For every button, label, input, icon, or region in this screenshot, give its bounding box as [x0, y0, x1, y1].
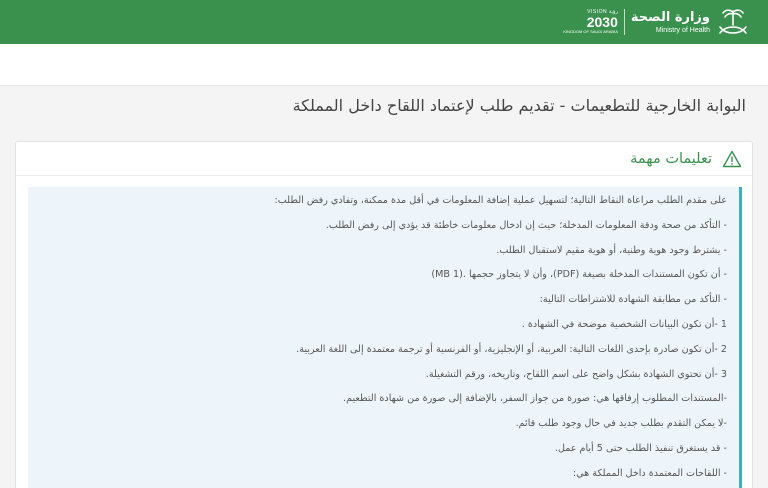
instruction-line: - يشترط وجود هوية وطنية، أو هوية مقيم لا…	[496, 244, 727, 256]
page-title: البوابة الخارجية للتطعيمات - تقديم طلب ل…	[292, 96, 746, 115]
instruction-line: - التأكد من صحة ودقة المعلومات المدخلة؛ …	[325, 219, 727, 231]
instructions-panel: تعليمات مهمة على مقدم الطلب مراعاة النقا…	[15, 141, 753, 488]
instruction-line: - أن تكون المستندات المدخلة بصيغة (PDF)،…	[431, 269, 727, 281]
vision-2030-logo: VISION رؤية 2030 KINGDOM OF SAUDI ARABIA	[563, 10, 618, 34]
ministry-logo[interactable]: VISION رؤية 2030 KINGDOM OF SAUDI ARABIA…	[563, 5, 750, 39]
vision-year: 2030	[586, 14, 618, 30]
ministry-name-en: Ministry of Health	[655, 26, 710, 34]
instructions-box: على مقدم الطلب مراعاة النقاط التالية؛ لت…	[28, 187, 742, 488]
instruction-line: - قد يستغرق تنفيذ الطلب حتى 5 أيام عمل.	[554, 442, 727, 454]
instruction-line: على مقدم الطلب مراعاة النقاط التالية؛ لت…	[274, 195, 727, 206]
instruction-line: - التأكد من مطابقة الشهادة للاشتراطات ال…	[539, 294, 727, 306]
secondary-bar	[0, 44, 768, 86]
ministry-name: وزارة الصحة Ministry of Health	[631, 11, 710, 34]
instruction-line: -لا يمكن التقدم بطلب جديد في حال وجود طل…	[515, 418, 727, 430]
warning-icon	[722, 150, 742, 167]
instruction-line: 1 -أن تكون البيانات الشخصية موضحة في الش…	[521, 318, 727, 330]
instruction-line: - اللقاحات المعتمدة داخل المملكة هي:	[572, 467, 727, 479]
palm-swords-icon	[719, 9, 747, 34]
instruction-line: 2 -أن تكون صادرة بإحدى اللغات التالية: ا…	[296, 343, 727, 355]
panel-title: تعليمات مهمة	[630, 150, 712, 167]
instruction-line: -المستندات المطلوب إرفاقها هي: صورة من ج…	[343, 393, 727, 405]
logo-divider	[623, 9, 625, 35]
ministry-name-ar: وزارة الصحة	[630, 9, 710, 25]
instruction-line: 3 -أن تحتوي الشهادة بشكل واضح على اسم ال…	[425, 368, 727, 380]
panel-header: تعليمات مهمة	[16, 142, 752, 176]
top-bar: VISION رؤية 2030 KINGDOM OF SAUDI ARABIA…	[0, 0, 768, 44]
vision-sub-text: KINGDOM OF SAUDI ARABIA	[563, 29, 618, 34]
